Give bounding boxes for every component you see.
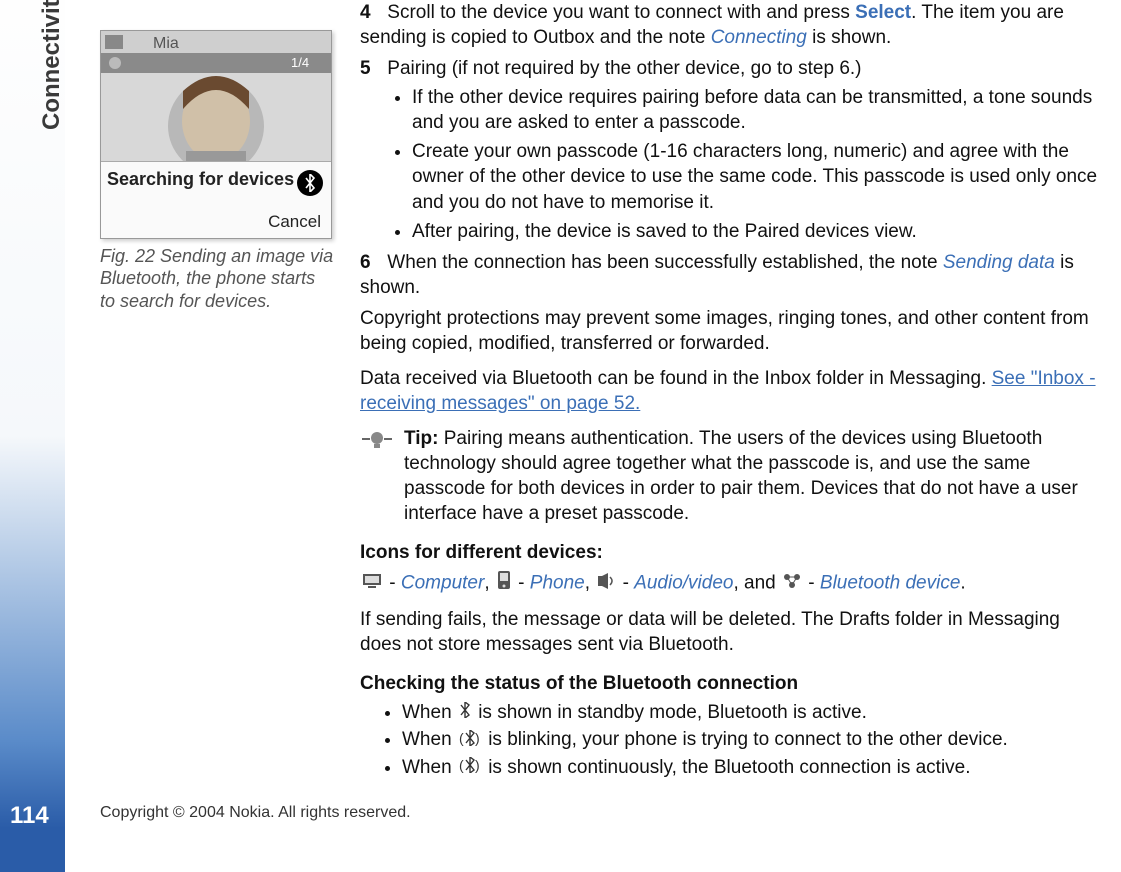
fail-para: If sending fails, the message or data wi… bbox=[360, 607, 1103, 657]
step-number: 5 bbox=[360, 56, 382, 81]
text: When bbox=[402, 757, 457, 778]
text: is shown in standby mode, Bluetooth is a… bbox=[478, 702, 867, 723]
text: , and bbox=[733, 572, 781, 593]
text: , bbox=[585, 572, 596, 593]
step-4: 4 Scroll to the device you want to conne… bbox=[360, 0, 1103, 50]
tip-icon bbox=[360, 428, 394, 526]
svg-text:): ) bbox=[475, 730, 480, 746]
status-bullet-2: When () is blinking, your phone is tryin… bbox=[402, 727, 1103, 753]
phone-screenshot: Mia 1/4 Searching for devices Cancel bbox=[100, 30, 332, 239]
bt-small-icon bbox=[459, 700, 471, 725]
svg-text:Mia: Mia bbox=[153, 35, 179, 52]
audio-video-icon bbox=[597, 571, 615, 596]
bluetooth-icon bbox=[297, 170, 323, 196]
computer-icon bbox=[362, 571, 382, 596]
figure-caption: Fig. 22 Sending an image via Bluetooth, … bbox=[100, 245, 335, 313]
tip-label: Tip: bbox=[404, 428, 438, 449]
svg-text:(: ( bbox=[459, 757, 464, 773]
text: . bbox=[960, 572, 965, 593]
bullet: After pairing, the device is saved to th… bbox=[412, 219, 1103, 244]
text: When the connection has been successfull… bbox=[387, 252, 943, 273]
text: , bbox=[484, 572, 495, 593]
text: When bbox=[402, 702, 457, 723]
status-bullet-3: When () is shown continuously, the Bluet… bbox=[402, 755, 1103, 781]
phone-upper: Mia 1/4 bbox=[101, 31, 331, 161]
text: - bbox=[808, 572, 820, 593]
step-number: 6 bbox=[360, 250, 382, 275]
bt-label: Bluetooth device bbox=[820, 572, 961, 593]
text: - bbox=[623, 572, 635, 593]
text: Pairing (if not required by the other de… bbox=[387, 58, 861, 79]
left-gradient-bar bbox=[0, 0, 65, 872]
main-content: 4 Scroll to the device you want to conne… bbox=[360, 0, 1103, 784]
text: is shown continuously, the Bluetooth con… bbox=[488, 757, 970, 778]
text: Scroll to the device you want to connect… bbox=[387, 2, 855, 23]
phone-label: Phone bbox=[530, 572, 585, 593]
sending-label: Sending data bbox=[943, 252, 1055, 273]
bt-bracket-icon: () bbox=[459, 755, 481, 780]
step-6: 6 When the connection has been successfu… bbox=[360, 250, 1103, 300]
svg-text:): ) bbox=[475, 757, 480, 773]
bullet: If the other device requires pairing bef… bbox=[412, 85, 1103, 135]
bt-bracket-icon: () bbox=[459, 728, 481, 753]
side-label: Connectivity bbox=[38, 0, 66, 130]
av-label: Audio/video bbox=[634, 572, 733, 593]
step-number: 4 bbox=[360, 0, 382, 25]
figure: Mia 1/4 Searching for devices Cancel Fig bbox=[100, 30, 335, 312]
tip-text: Pairing means authentication. The users … bbox=[404, 428, 1078, 524]
text: Data received via Bluetooth can be found… bbox=[360, 368, 992, 389]
searching-text: Searching for devices bbox=[107, 170, 325, 190]
phone-icon bbox=[497, 570, 511, 597]
computer-label: Computer bbox=[401, 572, 484, 593]
text: is blinking, your phone is trying to con… bbox=[488, 729, 1008, 750]
svg-text:1/4: 1/4 bbox=[291, 55, 309, 70]
connecting-label: Connecting bbox=[711, 27, 807, 48]
inbox-para: Data received via Bluetooth can be found… bbox=[360, 366, 1103, 416]
text: When bbox=[402, 729, 457, 750]
step-5: 5 Pairing (if not required by the other … bbox=[360, 56, 1103, 244]
page-number: 114 bbox=[10, 802, 49, 830]
status-bullet-1: When is shown in standby mode, Bluetooth… bbox=[402, 700, 1103, 726]
icons-line: - Computer, - Phone, - Audio/video, and … bbox=[360, 570, 1103, 597]
text: is shown. bbox=[807, 27, 891, 48]
text: - bbox=[518, 572, 530, 593]
copyright-line: Copyright © 2004 Nokia. All rights reser… bbox=[100, 804, 411, 822]
status-header: Checking the status of the Bluetooth con… bbox=[360, 671, 1103, 696]
svg-text:(: ( bbox=[459, 730, 464, 746]
text: - bbox=[389, 572, 401, 593]
select-label: Select bbox=[855, 2, 911, 23]
phone-lower: Searching for devices Cancel bbox=[101, 161, 331, 238]
cancel-label: Cancel bbox=[107, 212, 325, 232]
icons-header: Icons for different devices: bbox=[360, 540, 1103, 565]
bluetooth-device-icon bbox=[783, 571, 801, 596]
tip-block: Tip: Pairing means authentication. The u… bbox=[360, 426, 1103, 526]
copyright-protection-para: Copyright protections may prevent some i… bbox=[360, 306, 1103, 356]
bullet: Create your own passcode (1-16 character… bbox=[412, 139, 1103, 214]
